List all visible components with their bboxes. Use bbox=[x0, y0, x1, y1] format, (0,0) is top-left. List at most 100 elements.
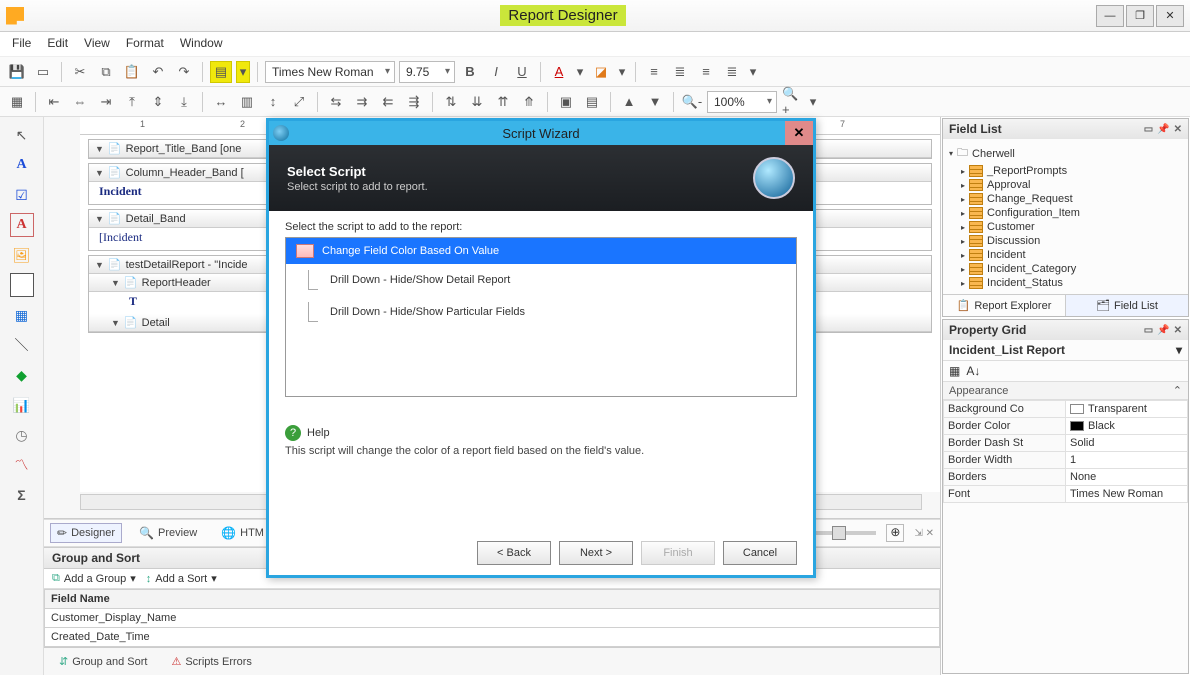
tree-item[interactable]: ▸Customer bbox=[947, 220, 1184, 234]
tab-html[interactable]: 🌐HTM bbox=[214, 523, 271, 543]
zoom-dropdown[interactable]: ▾ bbox=[807, 91, 819, 113]
prop-value[interactable]: Black bbox=[1066, 418, 1188, 435]
size-h-icon[interactable]: ↕ bbox=[262, 91, 284, 113]
paste-icon[interactable]: 📋 bbox=[121, 61, 143, 83]
property-object-selector[interactable]: Incident_List Report ▾ bbox=[943, 340, 1188, 361]
copy-icon[interactable]: ⧉ bbox=[95, 61, 117, 83]
property-category-appearance[interactable]: Appearance⌃ bbox=[943, 381, 1188, 400]
list-item[interactable]: Drill Down - Hide/Show Particular Fields bbox=[286, 296, 796, 328]
align-l-icon[interactable]: ⇤ bbox=[43, 91, 65, 113]
fill-color-dropdown[interactable]: ▾ bbox=[616, 61, 628, 83]
list-item[interactable]: Change Field Color Based On Value bbox=[286, 238, 796, 264]
size-w-icon[interactable]: ↔ bbox=[210, 91, 232, 113]
add-sort-button[interactable]: ↕Add a Sort ▾ bbox=[146, 572, 217, 585]
label-tool-icon[interactable]: A bbox=[10, 153, 34, 177]
tree-item[interactable]: ▸Incident_Status bbox=[947, 276, 1184, 290]
gauge-tool-icon[interactable]: ◷ bbox=[10, 423, 34, 447]
sparkline-tool-icon[interactable]: 〽 bbox=[10, 453, 34, 477]
align-c-icon[interactable]: ⇔ bbox=[69, 91, 91, 113]
vspace-eq-icon[interactable]: ⇅ bbox=[440, 91, 462, 113]
pivot-tool-icon[interactable]: Σ bbox=[10, 483, 34, 507]
categorize-icon[interactable]: ▦ bbox=[949, 364, 960, 378]
table-row[interactable]: Customer_Display_Name bbox=[45, 609, 940, 628]
tree-item[interactable]: ▸Change_Request bbox=[947, 192, 1184, 206]
panel-pin-icon[interactable]: 📌 bbox=[1157, 325, 1169, 336]
font-color-dropdown[interactable]: ▾ bbox=[574, 61, 586, 83]
tab-preview[interactable]: 🔍Preview bbox=[132, 523, 204, 543]
panel-window-icon[interactable]: ▭ bbox=[1144, 124, 1153, 135]
menu-view[interactable]: View bbox=[84, 36, 110, 50]
fill-color-icon[interactable]: ◪ bbox=[590, 61, 612, 83]
add-group-button[interactable]: ⧉Add a Group ▾ bbox=[52, 572, 136, 585]
bring-front-icon[interactable]: ▲ bbox=[618, 91, 640, 113]
table-row[interactable]: Created_Date_Time bbox=[45, 628, 940, 647]
menu-edit[interactable]: Edit bbox=[47, 36, 68, 50]
font-family-combo[interactable]: Times New Roman bbox=[265, 61, 395, 83]
align-justify-icon[interactable]: ≣ bbox=[721, 61, 743, 83]
align-dropdown[interactable]: ▾ bbox=[747, 61, 759, 83]
redo-icon[interactable]: ↷ bbox=[173, 61, 195, 83]
tree-item[interactable]: ▸Incident bbox=[947, 248, 1184, 262]
font-size-combo[interactable]: 9.75 bbox=[399, 61, 455, 83]
align-center-icon[interactable]: ≣ bbox=[669, 61, 691, 83]
underline-icon[interactable]: U bbox=[511, 61, 533, 83]
menu-file[interactable]: File bbox=[12, 36, 31, 50]
tab-designer[interactable]: ✏Designer bbox=[50, 523, 122, 543]
dialog-close-button[interactable]: ✕ bbox=[785, 121, 813, 145]
highlighted-tool-icon[interactable]: ▤ bbox=[210, 61, 232, 83]
hspace-rm-icon[interactable]: ⇶ bbox=[403, 91, 425, 113]
save-icon[interactable]: 💾 bbox=[6, 61, 28, 83]
zoom-in-icon[interactable]: 🔍+ bbox=[781, 91, 803, 113]
richtext-tool-icon[interactable]: A bbox=[10, 213, 34, 237]
send-back-icon[interactable]: ▼ bbox=[644, 91, 666, 113]
panel-close-icon[interactable]: ✕ bbox=[1174, 325, 1182, 336]
line-tool-icon[interactable]: ＼ bbox=[10, 333, 34, 357]
hspace-eq-icon[interactable]: ⇆ bbox=[325, 91, 347, 113]
maximize-button[interactable]: ❐ bbox=[1126, 5, 1154, 27]
size-grid-icon[interactable]: ▥ bbox=[236, 91, 258, 113]
picture-tool-icon[interactable]: 🖼 bbox=[10, 243, 34, 267]
menu-format[interactable]: Format bbox=[126, 36, 164, 50]
grid-icon[interactable]: ▦ bbox=[6, 91, 28, 113]
hspace-inc-icon[interactable]: ⇉ bbox=[351, 91, 373, 113]
next-button[interactable]: Next > bbox=[559, 541, 633, 565]
vspace-dec-icon[interactable]: ⇈ bbox=[492, 91, 514, 113]
tree-root[interactable]: ▾🗀 Cherwell bbox=[947, 143, 1184, 164]
tab-scripts-errors[interactable]: ⚠Scripts Errors bbox=[164, 652, 259, 671]
tree-item[interactable]: ▸_ReportPrompts bbox=[947, 164, 1184, 178]
tree-item[interactable]: ▸Incident_Category bbox=[947, 262, 1184, 276]
back-button[interactable]: < Back bbox=[477, 541, 551, 565]
align-m-icon[interactable]: ⇕ bbox=[147, 91, 169, 113]
menu-window[interactable]: Window bbox=[180, 36, 223, 50]
tab-group-sort[interactable]: ⇵Group and Sort bbox=[52, 652, 154, 671]
zoom-plus-button[interactable]: ⊕ bbox=[886, 524, 904, 542]
prop-value[interactable]: Transparent bbox=[1066, 401, 1188, 418]
align-t-icon[interactable]: ⤒ bbox=[121, 91, 143, 113]
font-color-icon[interactable]: A bbox=[548, 61, 570, 83]
align-r-icon[interactable]: ⇥ bbox=[95, 91, 117, 113]
panel-pin-icon[interactable]: 📌 bbox=[1157, 124, 1169, 135]
table-tool-icon[interactable]: ▦ bbox=[10, 303, 34, 327]
center-v-icon[interactable]: ▤ bbox=[581, 91, 603, 113]
tab-report-explorer[interactable]: 📋 Report Explorer bbox=[943, 295, 1065, 316]
script-listbox[interactable]: Change Field Color Based On Value Drill … bbox=[285, 237, 797, 397]
prop-value[interactable]: 1 bbox=[1066, 452, 1188, 469]
zoom-out-icon[interactable]: 🔍- bbox=[681, 91, 703, 113]
prop-value[interactable]: None bbox=[1066, 469, 1188, 486]
alphabetize-icon[interactable]: A↓ bbox=[966, 364, 980, 378]
align-b-icon[interactable]: ⤓ bbox=[173, 91, 195, 113]
pointer-tool-icon[interactable]: ↖ bbox=[10, 123, 34, 147]
italic-icon[interactable]: I bbox=[485, 61, 507, 83]
align-right-icon[interactable]: ≡ bbox=[695, 61, 717, 83]
tab-field-list[interactable]: 🗂 Field List bbox=[1065, 295, 1188, 316]
hspace-dec-icon[interactable]: ⇇ bbox=[377, 91, 399, 113]
size-both-icon[interactable]: ⤢ bbox=[288, 91, 310, 113]
tree-item[interactable]: ▸Discussion bbox=[947, 234, 1184, 248]
cut-icon[interactable]: ✂ bbox=[69, 61, 91, 83]
open-icon[interactable]: ▭ bbox=[32, 61, 54, 83]
prop-value[interactable]: Solid bbox=[1066, 435, 1188, 452]
vspace-rm-icon[interactable]: ⤊ bbox=[518, 91, 540, 113]
align-left-icon[interactable]: ≡ bbox=[643, 61, 665, 83]
tree-item[interactable]: ▸Configuration_Item bbox=[947, 206, 1184, 220]
panel-tool-icon[interactable] bbox=[10, 273, 34, 297]
